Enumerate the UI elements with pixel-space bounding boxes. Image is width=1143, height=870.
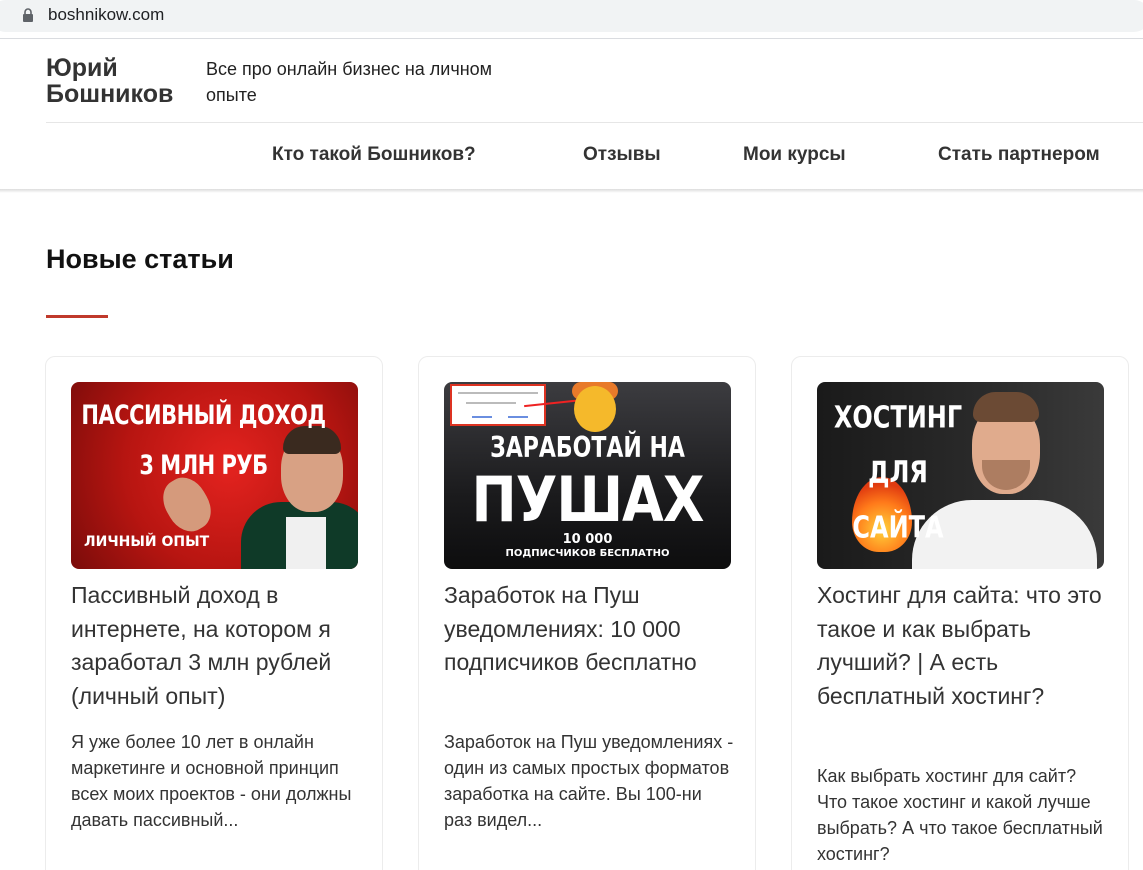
site-logo[interactable]: Юрий Бошников: [46, 55, 173, 107]
header-shadow: [0, 189, 1143, 193]
thumbnail-headline-line-1: ПАССИВНЫЙ ДОХОД: [81, 400, 326, 430]
nav-item-reviews[interactable]: Отзывы: [583, 144, 661, 166]
thumbnail-headline-line-2: ДЛЯ САЙТА: [852, 455, 944, 545]
thumbnail-subtitle: ЛИЧНЫЙ ОПЫТ: [84, 534, 210, 550]
article-card[interactable]: ЗАРАБОТАЙ НА ПУШАХ 10 000 ПОДПИСЧИКОВ БЕ…: [418, 356, 756, 870]
article-thumbnail[interactable]: ПАССИВНЫЙ ДОХОД 3 МЛН РУБ ЛИЧНЫЙ ОПЫТ: [71, 382, 358, 569]
mind-blown-emoji-icon: [574, 386, 616, 432]
person-hair: [973, 392, 1039, 422]
thumbnail-headline-line-1: ЗАРАБОТАЙ НА: [490, 432, 685, 465]
logo-line-2: Бошников: [46, 80, 174, 108]
thumbnail-headline-line-2: ПУШАХ: [471, 463, 705, 536]
nav-item-who-is-boshnikov[interactable]: Кто такой Бошников?: [272, 144, 476, 166]
url-pill[interactable]: [0, 0, 1143, 32]
thumbnail-headline-line-2: 3 МЛН РУБ: [139, 450, 268, 480]
person-shirt: [286, 517, 326, 569]
url-text[interactable]: boshnikow.com: [48, 5, 164, 25]
article-excerpt: Заработок на Пуш уведомлениях - один из …: [444, 732, 734, 830]
article-title[interactable]: Заработок на Пуш уведомлениях: 10 000 по…: [444, 579, 734, 680]
nav-item-become-partner[interactable]: Стать партнером: [938, 144, 1100, 166]
article-card[interactable]: ХОСТИНГ ДЛЯ САЙТА Хостинг для сайта: что…: [791, 356, 1129, 870]
article-title[interactable]: Пассивный доход в интернете, на котором …: [71, 579, 361, 713]
thumbnail-headline: ХОСТИНГ ДЛЯ САЙТА: [823, 390, 973, 555]
article-card[interactable]: ПАССИВНЫЙ ДОХОД 3 МЛН РУБ ЛИЧНЫЙ ОПЫТ Па…: [45, 356, 383, 870]
thumbnail-subline-2: ПОДПИСЧИКОВ БЕСПЛАТНО: [505, 548, 670, 559]
logo-line-1: Юрий: [46, 54, 118, 82]
article-excerpt: Как выбрать хостинг для сайт? Что такое …: [817, 766, 1103, 864]
nav-item-my-courses[interactable]: Мои курсы: [743, 144, 846, 166]
article-thumbnail[interactable]: ЗАРАБОТАЙ НА ПУШАХ 10 000 ПОДПИСЧИКОВ БЕ…: [444, 382, 731, 569]
article-title[interactable]: Хостинг для сайта: что это такое и как в…: [817, 579, 1107, 713]
toolbar-divider: [0, 38, 1143, 39]
header-divider: [46, 122, 1143, 123]
section-title: Новые статьи: [46, 244, 234, 274]
lock-icon: [23, 8, 33, 22]
thumbnail-subline-1: 10 000: [562, 532, 613, 547]
section-accent-bar: [46, 315, 108, 318]
article-excerpt: Я уже более 10 лет в онлайн маркетинге и…: [71, 732, 352, 830]
thumbnail-headline: ПАССИВНЫЙ ДОХОД 3 МЛН РУБ: [81, 390, 326, 490]
main-nav: Кто такой Бошников? Отзывы Мои курсы Ста…: [0, 144, 1143, 174]
thumbnail-headline-line-1: ХОСТИНГ: [833, 400, 963, 435]
site-tagline: Все про онлайн бизнес на личном опыте: [206, 59, 493, 105]
browser-address-bar[interactable]: boshnikow.com: [0, 0, 1143, 38]
article-thumbnail[interactable]: ХОСТИНГ ДЛЯ САЙТА: [817, 382, 1104, 569]
